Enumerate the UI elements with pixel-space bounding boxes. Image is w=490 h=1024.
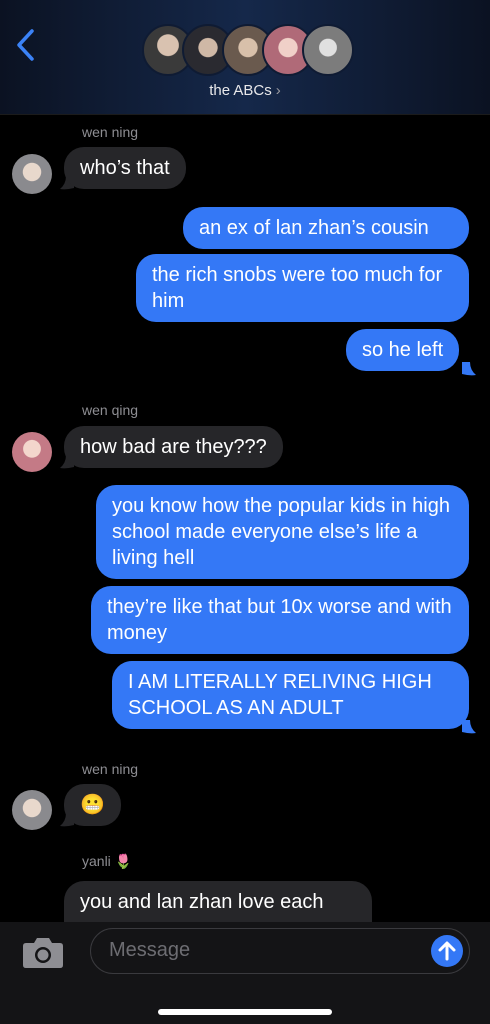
message-input[interactable]: Message <box>90 928 470 974</box>
back-chevron-icon[interactable] <box>14 28 38 62</box>
message-input-placeholder: Message <box>109 939 191 961</box>
bubble-tail <box>462 720 476 734</box>
incoming-message-bubble[interactable]: you and lan zhan love each <box>64 881 372 922</box>
incoming-message-bubble[interactable]: 😬 <box>64 784 121 826</box>
sender-name: wen qing <box>82 402 139 418</box>
incoming-message-bubble[interactable]: how bad are they??? <box>64 426 283 468</box>
avatar[interactable] <box>12 154 52 194</box>
sender-name: yanli 🌷 <box>82 853 133 869</box>
sender-name: wen ning <box>82 124 139 140</box>
sender-name: wen ning <box>82 761 139 777</box>
outgoing-message-bubble[interactable]: so he left <box>346 329 460 371</box>
outgoing-message-bubble[interactable]: an ex of lan zhan’s cousin <box>183 207 469 249</box>
group-member-avatar <box>302 24 354 76</box>
camera-icon[interactable] <box>22 935 64 969</box>
outgoing-message-bubble[interactable]: the rich snobs were too much for him <box>136 254 469 322</box>
arrow-up-icon <box>438 941 456 961</box>
avatar[interactable] <box>12 790 52 830</box>
group-name-label: the ABCs <box>209 82 272 99</box>
group-avatars[interactable] <box>142 24 354 78</box>
conversation-header: the ABCs › <box>0 0 490 115</box>
group-name[interactable]: the ABCs › <box>0 82 490 99</box>
outgoing-message-bubble[interactable]: they’re like that but 10x worse and with… <box>91 586 469 654</box>
avatar[interactable] <box>12 432 52 472</box>
outgoing-message-bubble[interactable]: I AM LITERALLY RELIVING HIGH SCHOOL AS A… <box>112 661 469 729</box>
chevron-right-icon: › <box>275 82 281 99</box>
home-indicator[interactable] <box>158 1009 332 1015</box>
message-list[interactable]: wen ning who’s that an ex of lan zhan’s … <box>0 114 490 922</box>
bubble-tail <box>462 362 476 376</box>
outgoing-message-bubble[interactable]: you know how the popular kids in high sc… <box>96 485 469 579</box>
incoming-message-bubble[interactable]: who’s that <box>64 147 186 189</box>
send-button[interactable] <box>431 935 463 967</box>
